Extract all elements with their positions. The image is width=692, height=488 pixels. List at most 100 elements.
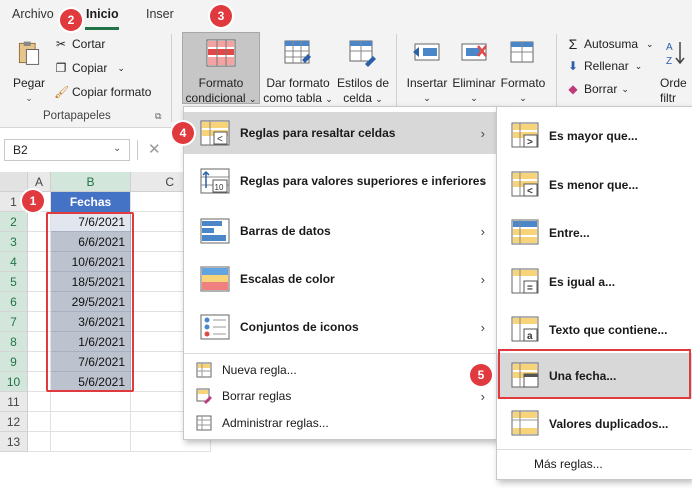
menu-item-manage-rules[interactable]: Administrar reglas... [184, 410, 497, 436]
copy-icon: ❐ [55, 61, 67, 75]
cut-label: Cortar [72, 37, 106, 51]
clear-label: Borrar [584, 82, 618, 96]
insert-button[interactable]: Insertar ⌄ [404, 38, 450, 106]
svg-text:A: A [666, 42, 673, 53]
format-label: Formato [500, 76, 546, 90]
row-header-9[interactable]: 9 [0, 352, 28, 372]
cell-styles-label-1: Estilos de [336, 76, 390, 90]
clear-button[interactable]: ◆ Borrar ⌄ [566, 82, 629, 96]
submenu-item-label: Es menor que... [549, 177, 639, 192]
icon-sets-icon [200, 314, 230, 340]
chevron-down-icon: ⌄ [248, 94, 257, 104]
submenu-item-greater-than[interactable]: > Es mayor que... [497, 113, 692, 158]
tab-inicio[interactable]: Inicio [86, 7, 119, 21]
conditional-format-label-2: condicional [185, 91, 246, 105]
header-cell-fechas[interactable]: Fechas [51, 192, 131, 212]
submenu-item-equal-to[interactable]: = Es igual a... [497, 259, 692, 304]
menu-item-color-scales[interactable]: Escalas de color › [184, 257, 497, 301]
sort-filter-button[interactable]: A Z Orde filtr [660, 38, 692, 106]
menu-item-top-bottom-rules[interactable]: 10 Reglas para valores superiores e infe… [184, 159, 497, 203]
color-scales-icon [200, 266, 230, 292]
paste-button[interactable]: Pegar ⌄ [10, 38, 48, 106]
copy-label: Copiar [72, 61, 108, 75]
row-header-6[interactable]: 6 [0, 292, 28, 312]
submenu-item-label: Texto que contiene... [549, 322, 668, 337]
menu-item-label: Nueva regla... [222, 363, 297, 377]
column-header-b[interactable]: B [51, 172, 131, 192]
column-b-empty-cells[interactable] [51, 392, 131, 452]
menu-item-label: Conjuntos de iconos [240, 320, 359, 334]
submenu-item-less-than[interactable]: < Es menor que... [497, 162, 692, 207]
submenu-item-duplicate-values[interactable]: Valores duplicados... [497, 401, 692, 446]
format-painter-button[interactable]: 🖌 Copiar formato [54, 85, 151, 99]
new-rule-icon [196, 362, 212, 378]
autosum-button[interactable]: Σ Autosuma ⌄ [566, 36, 654, 52]
greater-than-icon: > [511, 122, 539, 148]
submenu-more-rules[interactable]: Más reglas... [534, 457, 603, 471]
between-icon [511, 219, 539, 244]
row-header-10[interactable]: 10 [0, 372, 28, 392]
format-button[interactable]: Formato ⌄ [498, 38, 548, 106]
dialog-launcher-icon[interactable]: ⧉ [155, 111, 161, 122]
delete-button[interactable]: Eliminar ⌄ [451, 38, 497, 106]
paste-label: Pegar [12, 76, 46, 90]
name-box[interactable]: B2 [4, 139, 130, 161]
fill-button[interactable]: ⬇ Rellenar ⌄ [566, 59, 642, 73]
svg-text:>: > [527, 137, 533, 148]
menu-item-label: Administrar reglas... [222, 416, 329, 430]
step-badge-2: 2 [60, 9, 82, 31]
menu-item-label: Reglas para resaltar celdas [240, 126, 396, 140]
delete-label: Eliminar [452, 76, 496, 90]
cell-styles-button[interactable]: Estilos de celda ⌄ [336, 38, 390, 107]
svg-text:a: a [527, 331, 533, 342]
chevron-right-icon: › [480, 173, 485, 189]
row-header-12[interactable]: 12 [0, 412, 28, 432]
menu-item-clear-rules[interactable]: Borrar reglas › [184, 383, 497, 409]
menu-item-new-rule[interactable]: Nueva regla... [184, 357, 497, 383]
chevron-down-icon: ⌄ [470, 93, 478, 103]
chevron-right-icon: › [480, 319, 485, 335]
fill-down-icon: ⬇ [567, 59, 579, 73]
step-badge-1: 1 [22, 190, 44, 212]
chevron-down-icon: ⌄ [117, 62, 125, 73]
cell-styles-icon [349, 40, 376, 67]
row-header-13[interactable]: 13 [0, 432, 28, 452]
row-header-7[interactable]: 7 [0, 312, 28, 332]
chevron-down-icon: ⌄ [634, 60, 643, 71]
menu-item-highlight-cells-rules[interactable]: < Reglas para resaltar celdas › [184, 112, 497, 154]
row-header-3[interactable]: 3 [0, 232, 28, 252]
menu-separator [184, 353, 497, 354]
chevron-down-icon: ⌄ [621, 83, 629, 94]
format-as-table-button[interactable]: Dar formato como tabla ⌄ [262, 38, 334, 107]
eraser-icon: ◆ [568, 82, 578, 96]
cut-button[interactable]: ✂ Cortar [54, 37, 105, 51]
submenu-item-between[interactable]: Entre... [497, 210, 692, 255]
row-header-11[interactable]: 11 [0, 392, 28, 412]
chevron-down-icon: ⌄ [519, 93, 527, 103]
row-header-8[interactable]: 8 [0, 332, 28, 352]
less-than-icon: < [511, 171, 539, 197]
tab-insertar[interactable]: Inser [146, 7, 174, 21]
group-separator [171, 34, 172, 122]
menu-item-icon-sets[interactable]: Conjuntos de iconos › [184, 305, 497, 349]
select-all-corner[interactable] [0, 172, 28, 192]
conditional-format-button[interactable]: Formato condicional ⌄ [184, 38, 258, 107]
menu-separator [497, 449, 692, 450]
duplicate-values-icon [511, 410, 539, 435]
insert-label: Insertar [406, 76, 448, 90]
row-header-4[interactable]: 4 [0, 252, 28, 272]
sort-filter-label-1: Orde [660, 76, 687, 90]
cancel-icon[interactable]: ✕ [148, 140, 161, 158]
tab-archivo[interactable]: Archivo [12, 7, 54, 21]
conditional-format-menu: < Reglas para resaltar celdas › 10 Regla… [183, 106, 498, 440]
copy-button[interactable]: ❐ Copiar ⌄ [54, 61, 125, 75]
menu-item-data-bars[interactable]: Barras de datos › [184, 209, 497, 253]
formula-bar-separator [137, 140, 138, 160]
svg-text:<: < [217, 134, 223, 145]
row-header-5[interactable]: 5 [0, 272, 28, 292]
submenu-item-text-contains[interactable]: a Texto que contiene... [497, 307, 692, 352]
row-header-2[interactable]: 2 [0, 212, 28, 232]
chevron-down-icon[interactable]: ⌄ [113, 143, 121, 154]
column-header-a[interactable]: A [28, 172, 51, 192]
chevron-down-icon: ⌄ [25, 93, 33, 103]
